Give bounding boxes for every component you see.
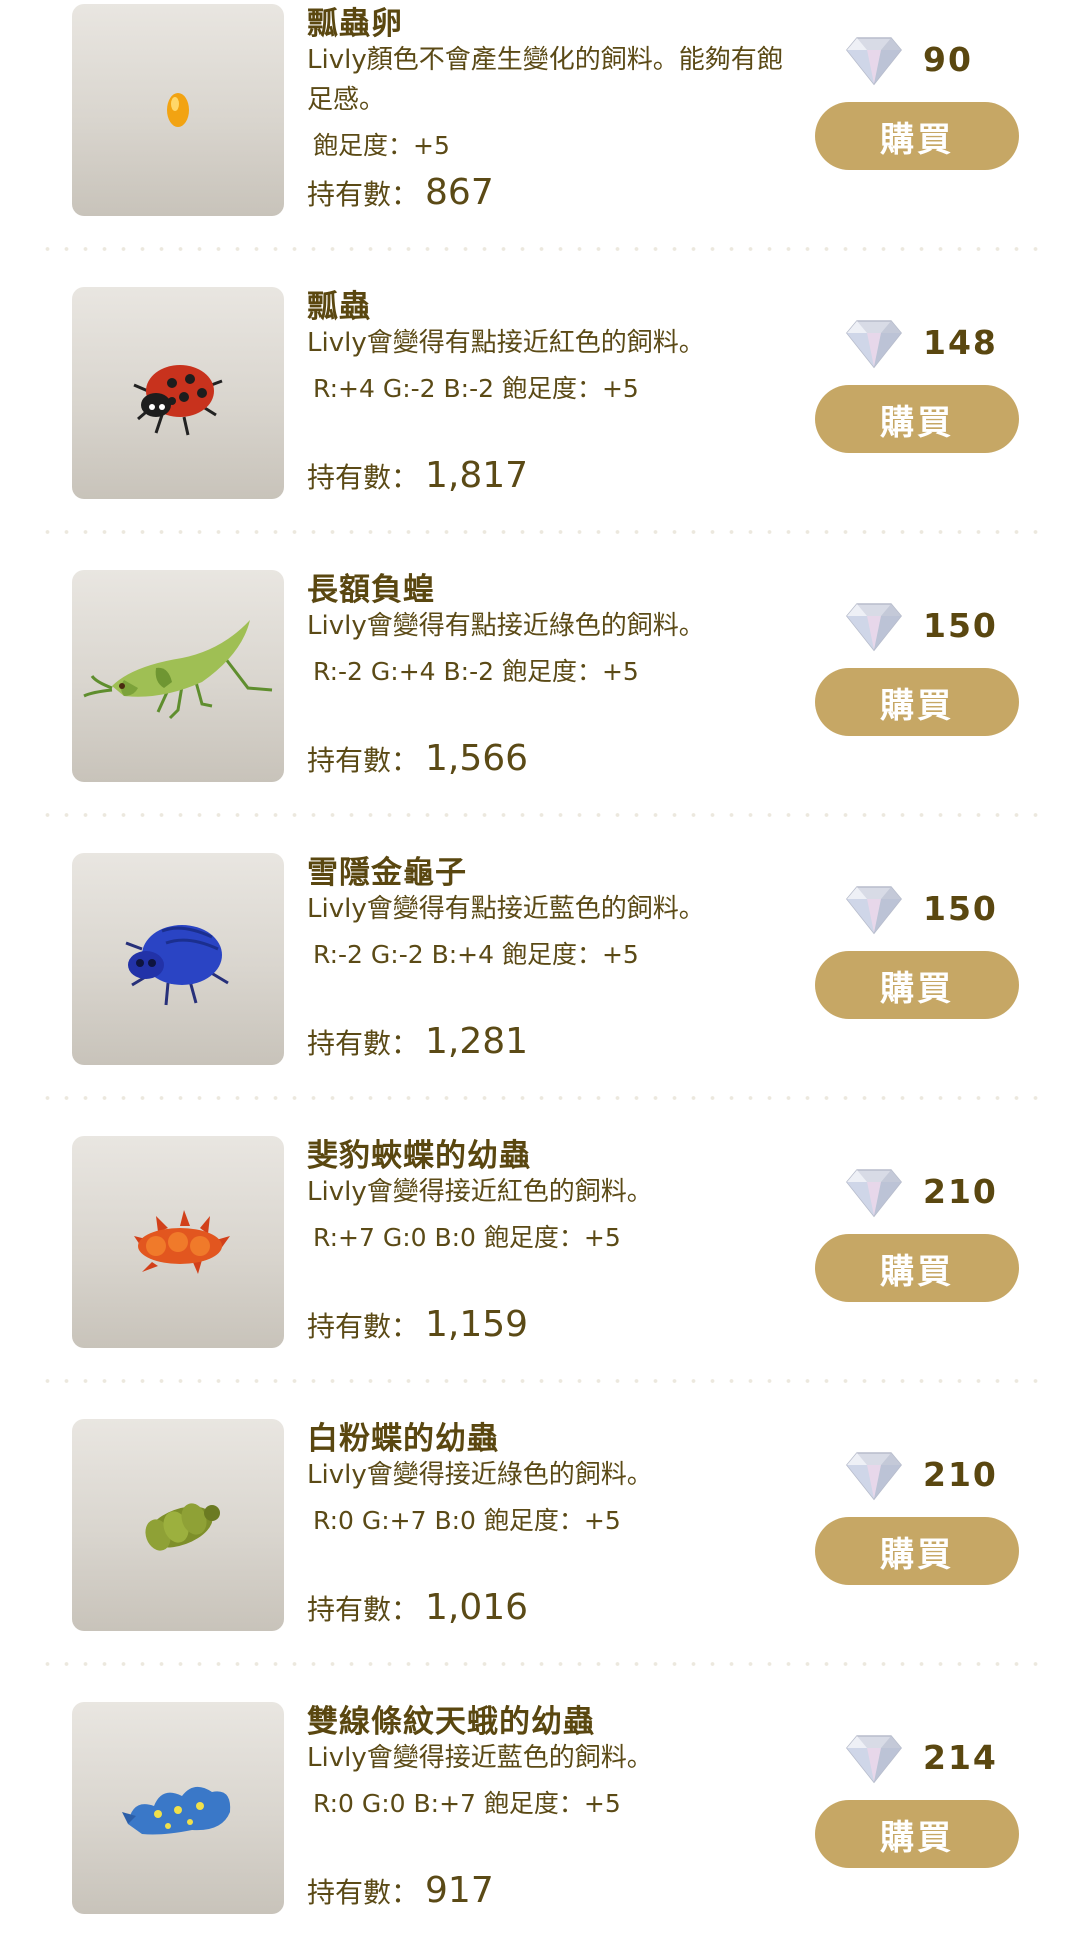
item-price: 148 [845, 317, 1045, 373]
item-description: Livly會變得接近藍色的飼料。 [307, 1743, 653, 1773]
item-description: Livly會變得有點接近藍色的飼料。 [307, 894, 705, 924]
owned-value: 1,566 [425, 738, 529, 779]
owned-label: 持有數： [307, 1876, 420, 1909]
item-thumbnail [72, 1702, 284, 1914]
price-value: 214 [923, 1738, 998, 1777]
item-thumbnail [72, 1419, 284, 1631]
owned-label: 持有數： [307, 744, 420, 777]
buy-button[interactable]: 購買 [815, 668, 1019, 736]
red-caterpillar-icon [134, 1210, 230, 1274]
item-name: 雙線條紋天蛾的幼蟲 [307, 1704, 595, 1740]
price-value: 210 [923, 1172, 998, 1211]
item-stats: R:0 G:0 B:+7 飽足度：+5 [313, 1789, 621, 1818]
item-thumbnail [72, 4, 284, 216]
buy-button[interactable]: 購買 [815, 385, 1019, 453]
owned-label: 持有數： [307, 1310, 420, 1343]
diamond-icon [846, 886, 902, 935]
owned-label: 持有數： [307, 461, 420, 494]
item-owned-count: 持有數： 1,817 [307, 455, 528, 496]
buy-button[interactable]: 購買 [815, 102, 1019, 170]
owned-value: 867 [425, 172, 494, 213]
shop-item: 白粉蝶的幼蟲 Livly會變得接近綠色的飼料。 R:0 G:+7 B:0 飽足度… [0, 1375, 1080, 1658]
item-description: Livly會變得有點接近綠色的飼料。 [307, 611, 705, 641]
diamond-icon [846, 1452, 902, 1501]
buy-button[interactable]: 購買 [815, 951, 1019, 1019]
item-stats: R:+4 G:-2 B:-2 飽足度：+5 [313, 374, 639, 403]
owned-value: 1,817 [425, 455, 529, 496]
price-value: 90 [923, 40, 973, 79]
ladybug-icon [133, 365, 223, 436]
grasshopper-icon [83, 620, 273, 720]
shop-item: 斐豹蛺蝶的幼蟲 Livly會變得接近紅色的飼料。 R:+7 G:0 B:0 飽足… [0, 1092, 1080, 1375]
item-stats: R:-2 G:-2 B:+4 飽足度：+5 [313, 940, 639, 969]
item-stats: R:-2 G:+4 B:-2 飽足度：+5 [313, 657, 639, 686]
diamond-icon [846, 1169, 902, 1218]
owned-value: 1,016 [425, 1587, 529, 1628]
owned-value: 917 [425, 1870, 494, 1911]
item-thumbnail [72, 287, 284, 499]
item-thumbnail [72, 570, 284, 782]
ladybug-egg-icon [167, 93, 189, 127]
diamond-icon [846, 1735, 902, 1784]
item-owned-count: 持有數： 1,159 [307, 1304, 528, 1345]
item-name: 瓢蟲 [307, 289, 371, 325]
price-value: 150 [923, 606, 998, 645]
shop-item: 雙線條紋天蛾的幼蟲 Livly會變得接近藍色的飼料。 R:0 G:0 B:+7 … [0, 1658, 1080, 1941]
owned-value: 1,281 [425, 1021, 529, 1062]
price-value: 150 [923, 889, 998, 928]
item-price: 210 [845, 1166, 1045, 1222]
item-price: 214 [845, 1732, 1045, 1788]
buy-button[interactable]: 購買 [815, 1517, 1019, 1585]
buy-button[interactable]: 購買 [815, 1234, 1019, 1302]
item-name: 雪隱金龜子 [307, 855, 467, 891]
owned-label: 持有數： [307, 1593, 420, 1626]
owned-value: 1,159 [425, 1304, 529, 1345]
green-caterpillar-icon [145, 1503, 220, 1551]
price-value: 210 [923, 1455, 998, 1494]
item-owned-count: 持有數： 1,016 [307, 1587, 528, 1628]
item-price: 150 [845, 883, 1045, 939]
item-name: 白粉蝶的幼蟲 [307, 1421, 499, 1457]
item-owned-count: 持有數： 867 [307, 172, 494, 213]
item-owned-count: 持有數： 1,281 [307, 1021, 528, 1062]
item-price: 150 [845, 600, 1045, 656]
item-owned-count: 持有數： 917 [307, 1870, 494, 1911]
shop-item: 長額負蝗 Livly會變得有點接近綠色的飼料。 R:-2 G:+4 B:-2 飽… [0, 526, 1080, 809]
item-price: 90 [845, 34, 1045, 90]
blue-caterpillar-icon [122, 1786, 231, 1835]
shop-item: 瓢蟲 Livly會變得有點接近紅色的飼料。 R:+4 G:-2 B:-2 飽足度… [0, 243, 1080, 526]
buy-button[interactable]: 購買 [815, 1800, 1019, 1868]
diamond-icon [846, 603, 902, 652]
diamond-icon [846, 320, 902, 369]
owned-label: 持有數： [307, 178, 420, 211]
shop-item: 雪隱金龜子 Livly會變得有點接近藍色的飼料。 R:-2 G:-2 B:+4 … [0, 809, 1080, 1092]
item-description: Livly會變得接近紅色的飼料。 [307, 1177, 653, 1207]
owned-label: 持有數： [307, 1027, 420, 1060]
shop-item: 瓢蟲卵 Livly顏色不會產生變化的飼料。能夠有飽足感。 飽足度：+5 持有數：… [0, 0, 1080, 243]
item-price: 210 [845, 1449, 1045, 1505]
item-description: Livly會變得接近綠色的飼料。 [307, 1460, 653, 1490]
item-name: 長額負蝗 [307, 572, 435, 608]
item-thumbnail [72, 853, 284, 1065]
item-owned-count: 持有數： 1,566 [307, 738, 528, 779]
item-stats: R:+7 G:0 B:0 飽足度：+5 [313, 1223, 621, 1252]
item-stats: 飽足度：+5 [313, 131, 450, 160]
item-stats: R:0 G:+7 B:0 飽足度：+5 [313, 1506, 621, 1535]
item-thumbnail [72, 1136, 284, 1348]
item-name: 瓢蟲卵 [307, 6, 403, 42]
diamond-icon [846, 37, 902, 86]
price-value: 148 [923, 323, 998, 362]
item-description: Livly顏色不會產生變化的飼料。能夠有飽足感。 [307, 45, 783, 115]
item-description: Livly會變得有點接近紅色的飼料。 [307, 328, 705, 358]
blue-beetle-icon [125, 925, 229, 1006]
item-name: 斐豹蛺蝶的幼蟲 [307, 1138, 531, 1174]
